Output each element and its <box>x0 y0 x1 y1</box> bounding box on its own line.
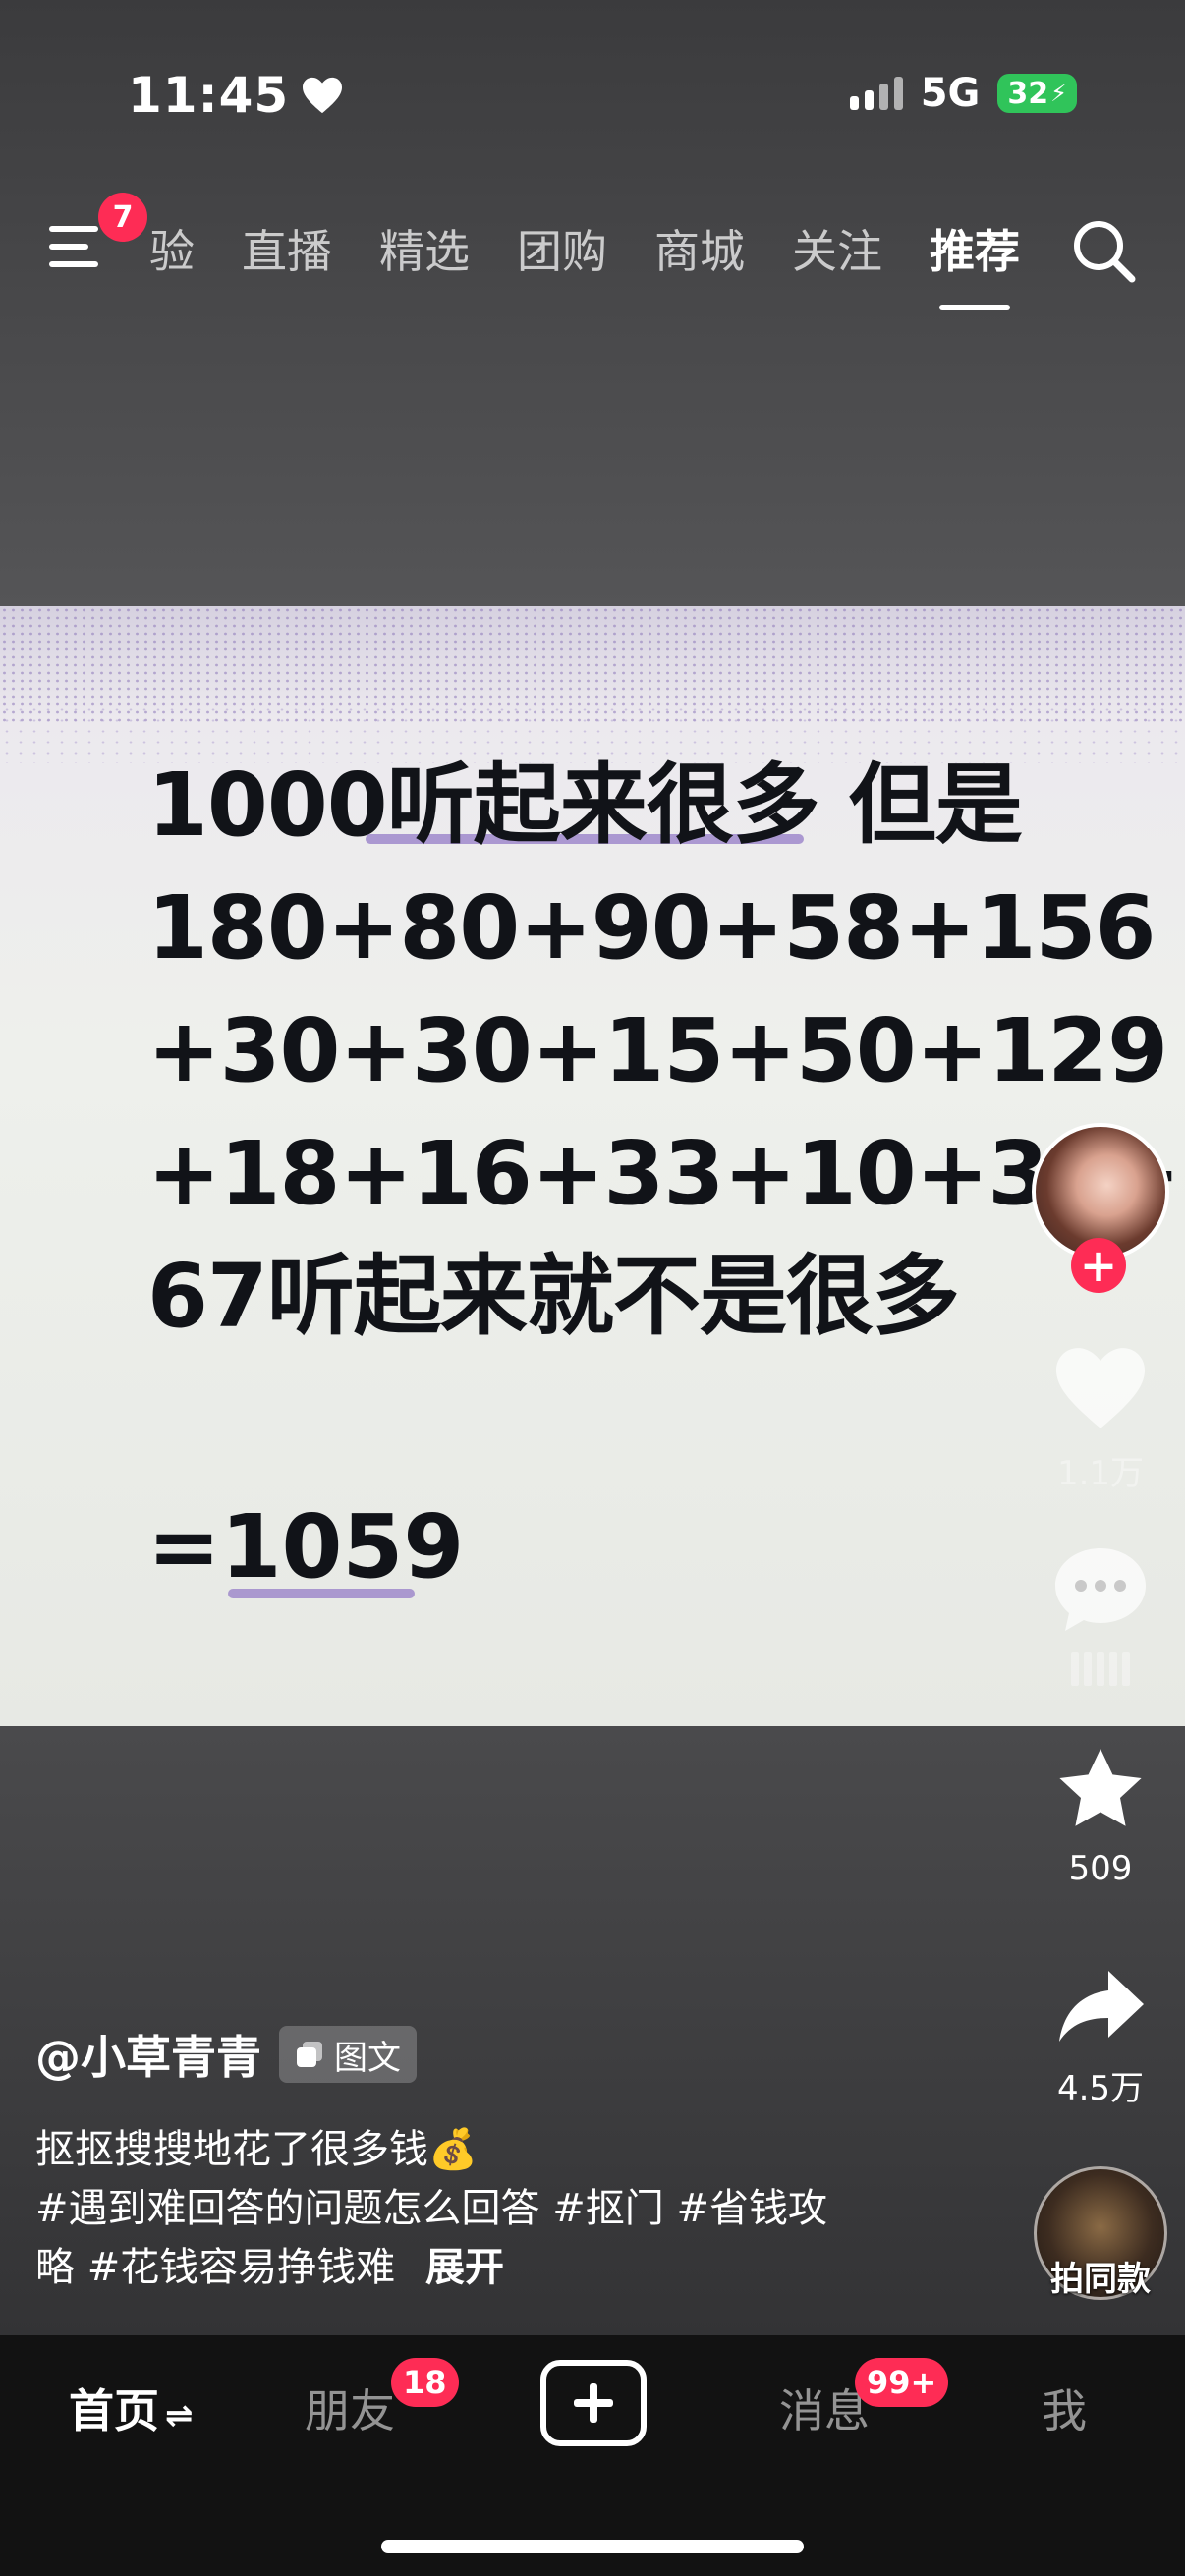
post-total: =1059 <box>147 1495 465 1597</box>
status-indicators: 5G 32 ⚡ <box>849 71 1077 116</box>
tab-featured[interactable]: 精选 <box>379 216 470 281</box>
caption-line: 略 #花钱容易挣钱难 展开 <box>35 2238 1018 2297</box>
expand-link[interactable]: 展开 <box>425 2245 504 2290</box>
caption-line: 抠抠搜搜地花了很多钱💰 <box>35 2127 478 2172</box>
comment-action[interactable] <box>1042 1542 1159 1686</box>
home-indicator[interactable] <box>381 2540 804 2553</box>
tab-live[interactable]: 直播 <box>242 216 332 281</box>
tab-group-buy[interactable]: 团购 <box>517 216 607 281</box>
caption-line: #遇到难回答的问题怎么回答 #抠门 #省钱攻 <box>35 2186 827 2231</box>
friends-badge: 18 <box>391 2358 459 2407</box>
share-action[interactable]: 4.5万 <box>1042 1965 1159 2109</box>
tab-recommended[interactable]: 推荐 <box>930 216 1020 310</box>
heart-icon <box>1056 1348 1145 1428</box>
post-line: 67听起来就不是很多 <box>147 1245 960 1347</box>
signal-icon <box>849 77 903 110</box>
like-action[interactable]: 1.1万 <box>1042 1344 1159 1494</box>
image-post-icon <box>297 2042 322 2067</box>
favorite-count: 509 <box>1068 1849 1133 1888</box>
menu-badge: 7 <box>98 193 147 242</box>
heart-icon <box>303 77 343 114</box>
post-image[interactable]: 1000听起来很多 但是 180+80+90+58+156 +30+30+15+… <box>0 606 1185 1726</box>
battery-icon: 32 ⚡ <box>997 74 1077 113</box>
tab-friends-label: 朋友 <box>305 2384 395 2437</box>
favorite-action[interactable]: 509 <box>1042 1745 1159 1888</box>
battery-level: 32 <box>1007 76 1049 111</box>
top-nav-tabs: 验 直播 精选 团购 商城 关注 推荐 <box>149 216 1020 310</box>
menu-icon[interactable] <box>49 218 108 277</box>
status-time: 11:45 <box>128 67 344 124</box>
post-line: 1000听起来很多 但是 <box>147 754 1023 856</box>
tab-following[interactable]: 关注 <box>792 216 882 281</box>
tab-home-label: 首页 <box>69 2384 159 2437</box>
create-button[interactable] <box>540 2360 647 2446</box>
author-name[interactable]: @小草青青 <box>35 2022 261 2087</box>
post-line: +30+30+15+50+129 <box>147 999 1168 1101</box>
tab-friends[interactable]: 朋友 <box>305 2376 395 2440</box>
comment-icon <box>1055 1548 1146 1631</box>
post-type-chip: 图文 <box>279 2026 417 2083</box>
author-row: @小草青青 图文 <box>35 2022 417 2087</box>
like-count: 1.1万 <box>1056 1454 1145 1493</box>
plus-icon <box>574 2383 613 2423</box>
post-line: 180+80+90+58+156 <box>147 876 1156 979</box>
tab-me-label: 我 <box>1042 2384 1087 2437</box>
refresh-icon: ⇌ <box>165 2396 194 2436</box>
network-label: 5G <box>920 71 981 116</box>
remix-label[interactable]: 拍同款 <box>1022 2252 1179 2300</box>
messages-badge: 99+ <box>855 2358 949 2407</box>
post-type-label: 图文 <box>334 2038 401 2078</box>
tab-me[interactable]: 我 <box>1042 2376 1087 2440</box>
share-arrow-icon <box>1059 1971 1144 2042</box>
post-text: 1000听起来很多 但是 180+80+90+58+156 +30+30+15+… <box>147 744 1181 1358</box>
share-count: 4.5万 <box>1056 2069 1145 2108</box>
comment-count-placeholder <box>1042 1652 1159 1686</box>
post-caption[interactable]: 抠抠搜搜地花了很多钱💰 #遇到难回答的问题怎么回答 #抠门 #省钱攻 略 #花钱… <box>35 2120 1018 2297</box>
status-time-text: 11:45 <box>128 67 290 124</box>
search-icon[interactable] <box>1069 216 1138 285</box>
tab-mall[interactable]: 商城 <box>654 216 745 281</box>
star-icon <box>1059 1749 1142 1826</box>
caption-line-text: 略 #花钱容易挣钱难 <box>35 2245 396 2290</box>
tab-experience[interactable]: 验 <box>149 216 195 281</box>
post-line: +18+16+33+10+38+ <box>147 1122 1181 1224</box>
follow-button[interactable]: + <box>1071 1238 1126 1293</box>
tab-home[interactable]: 首页 ⇌ <box>69 2376 194 2440</box>
